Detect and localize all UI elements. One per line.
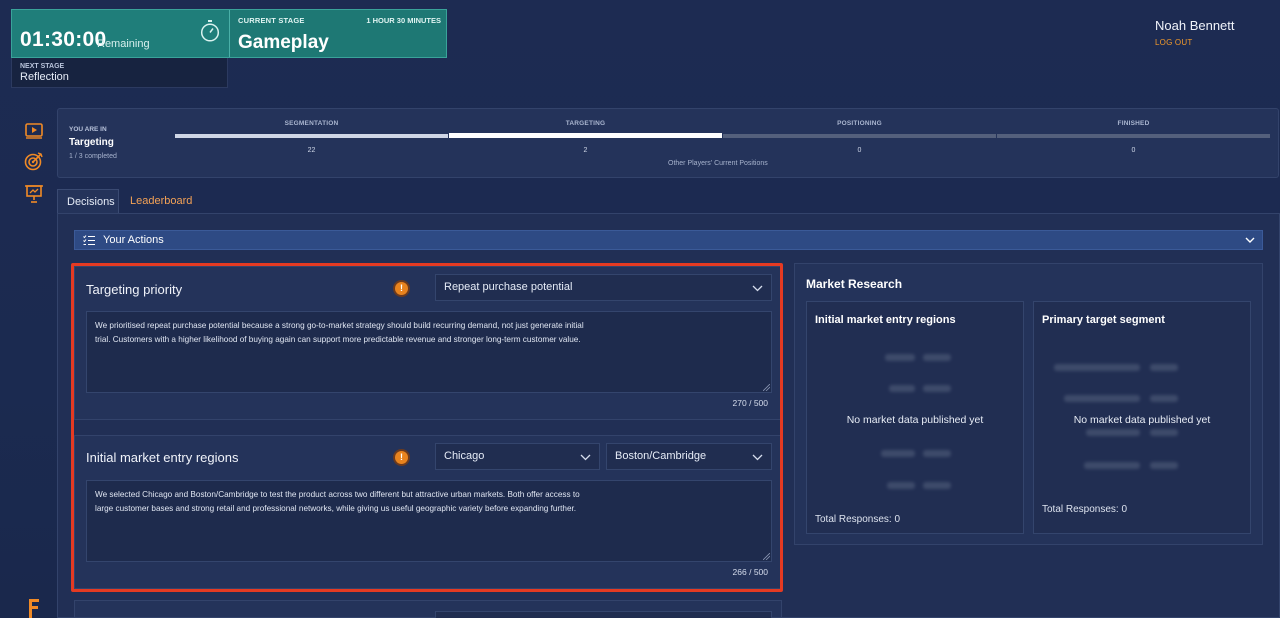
blurred-data [923, 450, 951, 457]
tab-decisions[interactable]: Decisions [57, 189, 119, 214]
blurred-data [923, 385, 951, 392]
total-responses: Total Responses: 0 [815, 514, 901, 525]
market-research-title: Market Research [806, 277, 903, 291]
presentation-icon[interactable] [24, 183, 44, 203]
step-bar [723, 134, 996, 138]
current-stage-box: CURRENT STAGE 1 HOUR 30 MINUTES Gameplay [229, 10, 446, 57]
timer-remaining-label: Remaining [97, 38, 150, 50]
completed-count: 1 / 3 completed [69, 153, 117, 160]
timer-remaining-box: 01:30:00 Remaining [12, 10, 229, 57]
you-are-in-label: YOU ARE IN [69, 126, 107, 133]
your-actions-title: Your Actions [103, 234, 164, 246]
step-segmentation: SEGMENTATION 22 [175, 109, 448, 179]
step-bar [449, 133, 722, 138]
timer-time: 01:30:00 [20, 28, 107, 51]
step-count: 22 [307, 147, 316, 154]
blurred-data [1084, 462, 1140, 469]
step-label: SEGMENTATION [284, 120, 339, 127]
market-research-card-regions: Initial market entry regions No market d… [806, 301, 1024, 534]
step-positioning: POSITIONING 0 [723, 109, 996, 179]
highlight-frame [71, 263, 783, 592]
step-bar [175, 134, 448, 138]
next-stage-label: NEXT STAGE [20, 63, 65, 70]
step-count: 2 [583, 147, 588, 154]
checklist-icon [83, 235, 95, 245]
blurred-data [923, 482, 951, 489]
progress-panel: YOU ARE IN Targeting 1 / 3 completed SEG… [57, 108, 1279, 178]
step-finished: FINISHED 0 [997, 109, 1270, 179]
decision-card-partial [74, 600, 782, 618]
current-step-name: Targeting [69, 137, 114, 148]
step-targeting: TARGETING 2 [449, 109, 722, 179]
video-play-icon[interactable] [24, 120, 44, 140]
step-count: 0 [1131, 147, 1136, 154]
target-icon[interactable] [24, 151, 44, 171]
total-responses: Total Responses: 0 [1042, 504, 1128, 515]
no-data-message: No market data published yet [846, 414, 984, 426]
market-research-card-segment: Primary target segment No market data pu… [1033, 301, 1251, 534]
current-stage-name: Gameplay [238, 32, 329, 53]
tab-leaderboard[interactable]: Leaderboard [121, 189, 201, 214]
blurred-data [923, 354, 951, 361]
blurred-data [887, 482, 915, 489]
blurred-data [881, 450, 915, 457]
blurred-data [1150, 395, 1178, 402]
timer-top: 01:30:00 Remaining CURRENT STAGE 1 HOUR … [11, 9, 447, 58]
blurred-data [1150, 364, 1178, 371]
step-label: POSITIONING [837, 120, 882, 127]
step-label: TARGETING [565, 120, 606, 127]
market-card-title: Primary target segment [1042, 314, 1165, 326]
market-research-panel: Market Research Initial market entry reg… [794, 263, 1263, 545]
blurred-data [1150, 462, 1178, 469]
no-data-message: No market data published yet [1073, 414, 1211, 426]
partial-select[interactable] [435, 611, 772, 618]
stage-duration: 1 HOUR 30 MINUTES [366, 16, 441, 25]
user-name: Noah Bennett [1155, 18, 1235, 33]
blurred-data [1150, 429, 1178, 436]
blurred-data [1064, 395, 1140, 402]
other-players-label: Other Players' Current Positions [668, 160, 768, 167]
blurred-data [1086, 429, 1140, 436]
logout-link[interactable]: LOG OUT [1155, 38, 1192, 47]
timer-panel: 01:30:00 Remaining CURRENT STAGE 1 HOUR … [11, 9, 447, 88]
next-stage-box: NEXT STAGE Reflection [11, 58, 228, 88]
blurred-data [1054, 364, 1140, 371]
brand-logo-icon [29, 599, 39, 618]
next-stage-name: Reflection [20, 71, 69, 83]
step-bar [997, 134, 1270, 138]
blurred-data [885, 354, 915, 361]
step-label: FINISHED [1117, 120, 1150, 127]
stopwatch-icon [200, 20, 220, 42]
chevron-down-icon[interactable] [1245, 236, 1255, 244]
your-actions-bar[interactable]: Your Actions [74, 230, 1263, 250]
market-card-title: Initial market entry regions [815, 314, 956, 326]
current-stage-label: CURRENT STAGE [238, 16, 305, 25]
step-count: 0 [857, 147, 862, 154]
blurred-data [889, 385, 915, 392]
